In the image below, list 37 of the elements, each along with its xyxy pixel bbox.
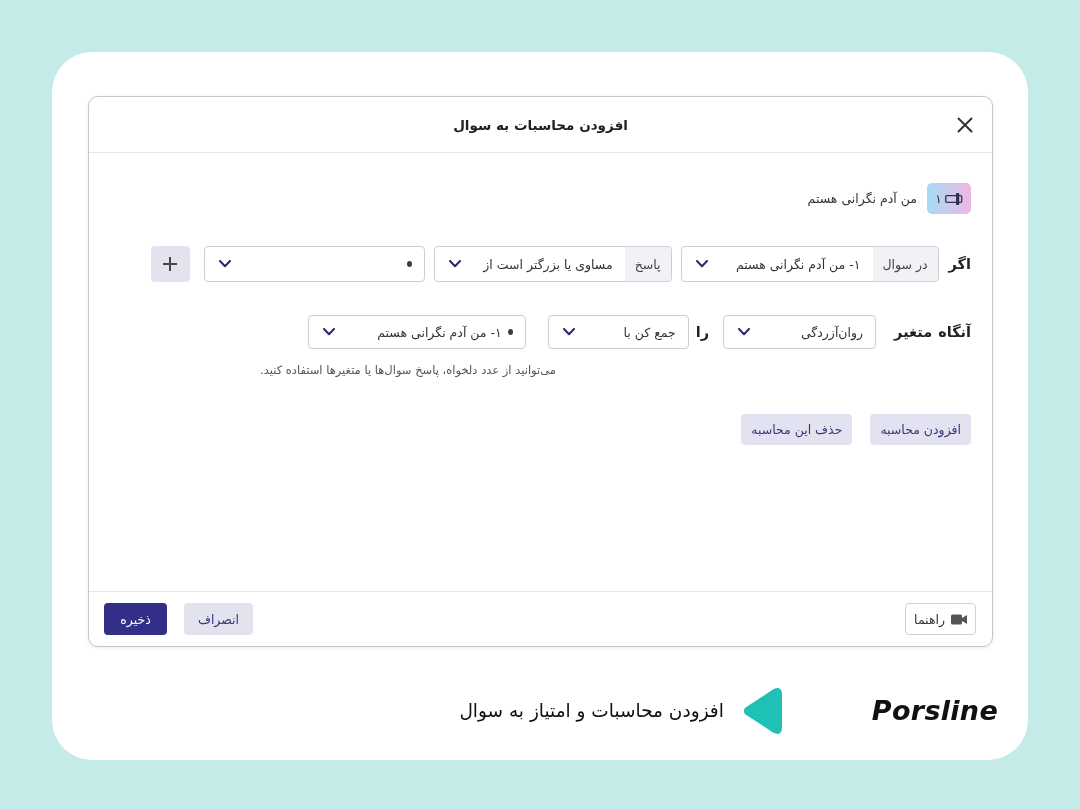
- chevron-down-icon: [218, 260, 231, 268]
- triangle-icon: [741, 687, 782, 734]
- chevron-down-icon: [322, 328, 335, 336]
- dropdown[interactable]: روان‌آزردگی: [724, 316, 876, 348]
- dropdown[interactable]: ۱- من آدم نگرانی هستم: [308, 316, 525, 348]
- dropdown[interactable]: ۱- من آدم نگرانی هستم: [681, 247, 873, 281]
- chevron-down-icon: [738, 328, 751, 336]
- add-condition-button[interactable]: [150, 246, 190, 282]
- question-number: ۱: [935, 191, 942, 206]
- dialog-title: افزودن محاسبات به سوال: [453, 116, 628, 133]
- chevron-down-icon: [448, 260, 461, 268]
- chevron-down-icon: [695, 260, 708, 268]
- dot-icon: [507, 329, 513, 335]
- dropdown[interactable]: جمع کن با: [548, 316, 688, 348]
- chevron-down-icon: [562, 328, 575, 336]
- cancel-button[interactable]: انصراف: [184, 603, 253, 635]
- video-camera-icon: [951, 613, 967, 625]
- save-button[interactable]: ذخیره: [104, 603, 167, 635]
- dropdown-prefix-label: پاسخ: [624, 247, 671, 281]
- banner-caption: افزودن محاسبات و امتیاز به سوال: [459, 700, 724, 721]
- brand-logo: Porsline: [871, 695, 998, 726]
- help-button[interactable]: راهنما: [905, 603, 976, 635]
- row-label: اگر: [948, 256, 971, 272]
- slider-icon: [944, 192, 963, 205]
- hint-text: می‌توانید از عدد دلخواه، پاسخ سوال‌ها یا متغیرها استفاده کنید.: [259, 363, 557, 377]
- close-button[interactable]: [957, 116, 973, 133]
- add-calculation-button[interactable]: افزودن محاسبه: [870, 414, 971, 445]
- row-label: آنگاه: [938, 324, 971, 340]
- dropdown-prefix-label: در سوال: [872, 247, 938, 281]
- plus-icon: [163, 257, 178, 271]
- dot-icon: [406, 261, 412, 267]
- delete-calculation-button[interactable]: حذف این محاسبه: [741, 414, 853, 445]
- dropdown[interactable]: مساوی یا بزرگتر است از: [434, 247, 625, 281]
- question-title: من آدم نگرانی هستم: [807, 191, 917, 206]
- close-icon: [957, 116, 973, 133]
- connector-label: را: [695, 324, 710, 340]
- row-label: متغیر: [894, 324, 933, 340]
